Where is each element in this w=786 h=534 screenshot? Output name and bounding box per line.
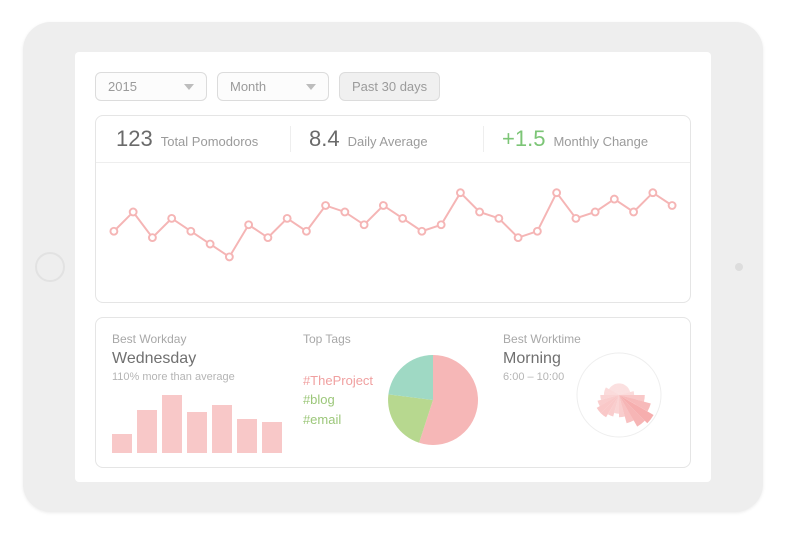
card-top-tags: Top Tags #TheProject#blog#email (303, 332, 483, 453)
bar (137, 410, 157, 454)
pie-chart-tags (383, 350, 483, 450)
home-button[interactable] (35, 252, 65, 282)
year-dropdown-label: 2015 (108, 79, 137, 94)
stat-daily: 8.4 Daily Average (290, 126, 483, 152)
filter-bar: 2015 Month Past 30 days (95, 72, 691, 101)
quick-range-label: Past 30 days (352, 79, 427, 94)
pie-svg (383, 350, 483, 450)
card-best-worktime: Best Worktime Morning 6:00 – 10:00 (503, 332, 674, 453)
best-workday-sub: 110% more than average (112, 371, 283, 383)
insight-cards: Best Workday Wednesday 110% more than av… (95, 317, 691, 468)
stat-total: 123 Total Pomodoros (110, 126, 290, 152)
tag-list: #TheProject#blog#email (303, 371, 373, 430)
bar (187, 412, 207, 453)
stat-daily-label: Daily Average (348, 134, 428, 149)
clock-svg (574, 350, 664, 440)
bar (262, 422, 282, 453)
summary-stats: 123 Total Pomodoros 8.4 Daily Average +1… (96, 116, 690, 163)
tag[interactable]: #email (303, 410, 373, 430)
bar (112, 434, 132, 453)
bar (237, 419, 257, 453)
year-dropdown[interactable]: 2015 (95, 72, 207, 101)
card-title: Best Worktime (503, 332, 674, 346)
stat-total-value: 123 (116, 126, 153, 152)
stat-daily-value: 8.4 (309, 126, 340, 152)
camera-dot (735, 263, 743, 271)
stat-total-label: Total Pomodoros (161, 134, 259, 149)
tag[interactable]: #blog (303, 390, 373, 410)
stat-change: +1.5 Monthly Change (483, 126, 676, 152)
granularity-dropdown-label: Month (230, 79, 266, 94)
stat-change-value: +1.5 (502, 126, 545, 152)
bar (162, 395, 182, 453)
stat-change-label: Monthly Change (553, 134, 648, 149)
best-worktime-range: 6:00 – 10:00 (503, 371, 564, 383)
line-chart (96, 163, 690, 302)
bar (212, 405, 232, 453)
best-worktime-value: Morning (503, 350, 564, 368)
radial-chart-worktime (574, 350, 664, 440)
tablet-frame: 2015 Month Past 30 days 123 Total Pomodo… (23, 22, 763, 512)
tag[interactable]: #TheProject (303, 371, 373, 391)
card-best-workday: Best Workday Wednesday 110% more than av… (112, 332, 283, 453)
card-title: Top Tags (303, 332, 483, 346)
granularity-dropdown[interactable]: Month (217, 72, 329, 101)
card-title: Best Workday (112, 332, 283, 346)
best-workday-value: Wednesday (112, 350, 283, 368)
chevron-down-icon (306, 84, 316, 90)
summary-panel: 123 Total Pomodoros 8.4 Daily Average +1… (95, 115, 691, 303)
app-screen: 2015 Month Past 30 days 123 Total Pomodo… (75, 52, 711, 482)
line-chart-svg (108, 173, 678, 283)
bar-chart-workday (112, 393, 283, 453)
quick-range-button[interactable]: Past 30 days (339, 72, 440, 101)
chevron-down-icon (184, 84, 194, 90)
